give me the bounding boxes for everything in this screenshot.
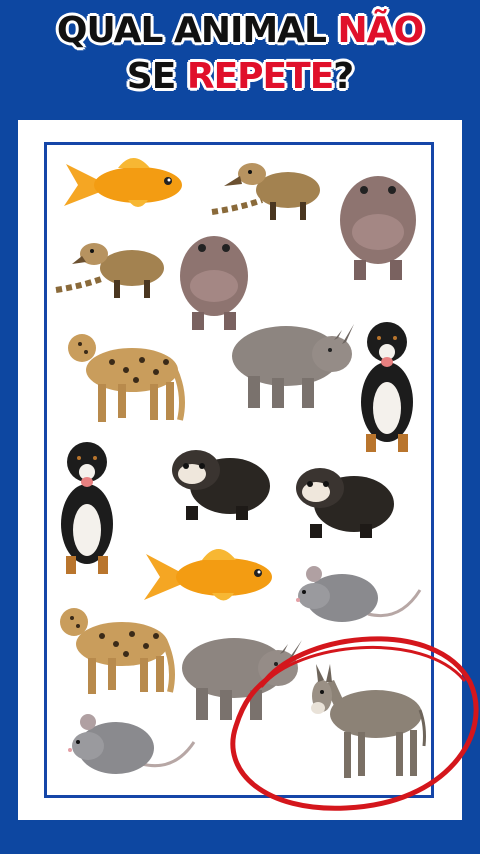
title-text-black: QUAL ANIMAL [56, 10, 338, 51]
title-text-red-2: REPETE [186, 56, 334, 97]
coati-icon[interactable] [54, 228, 168, 302]
question-title: QUAL ANIMAL NÃO SE REPETE? [0, 8, 480, 100]
title-question-mark: ? [333, 56, 354, 97]
leopard-icon[interactable] [56, 600, 178, 698]
answer-circle [230, 636, 479, 811]
ferret-icon[interactable] [166, 440, 272, 526]
title-line-1: QUAL ANIMAL NÃO [0, 8, 480, 54]
title-line-2: SE REPETE? [0, 54, 480, 100]
goldfish-icon[interactable] [58, 150, 190, 220]
ferret-icon[interactable] [290, 458, 396, 544]
hippo-icon[interactable] [336, 160, 420, 284]
title-text-red: NÃO [337, 10, 425, 51]
mouse-icon[interactable] [62, 706, 196, 782]
dog-icon[interactable] [56, 436, 118, 578]
leopard-icon[interactable] [62, 324, 188, 426]
coati-icon[interactable] [210, 152, 328, 224]
dog-icon[interactable] [356, 316, 418, 456]
rhino-icon[interactable] [230, 308, 356, 412]
title-text-black-2: SE [126, 56, 187, 97]
